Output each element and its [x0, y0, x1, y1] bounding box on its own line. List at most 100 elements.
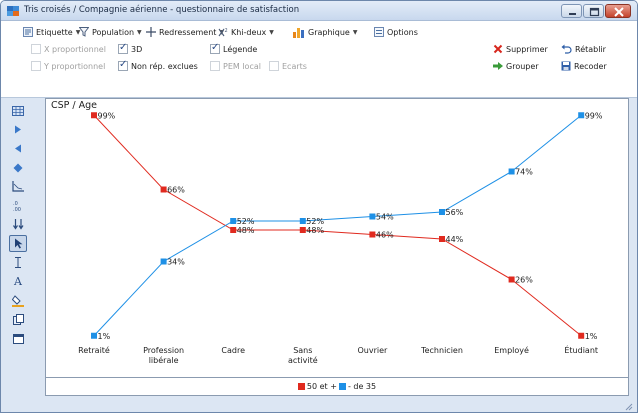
text-cursor-icon [15, 257, 21, 268]
restore-label: Rétablir [575, 44, 606, 54]
bar-chart-icon [293, 27, 304, 38]
fill-color-tool[interactable] [9, 292, 27, 309]
arrow-left-icon [15, 144, 21, 153]
expand-right-tool[interactable] [9, 121, 27, 138]
chart-panel[interactable]: CSP / Age 99% 66% 48% 48% 46% 44% 26% 1% 1% 34% 52… [45, 98, 629, 396]
data-point[interactable] [230, 218, 237, 224]
decimals-tool[interactable]: .0.00 [9, 197, 27, 214]
close-icon [614, 7, 624, 17]
data-point[interactable] [578, 332, 585, 339]
diamond-tool[interactable] [9, 159, 27, 176]
etiquette-menu[interactable]: Etiquette ▼ [23, 24, 80, 40]
data-label: 48% [237, 226, 255, 235]
etiquette-label: Etiquette [36, 27, 73, 37]
arrow-right-icon [15, 125, 21, 134]
redressement-menu[interactable]: Redressement▼ [146, 24, 224, 40]
khi-deux-menu[interactable]: 2 Khi-deux ▼ [218, 24, 274, 40]
save-icon [561, 61, 571, 71]
svg-text:2: 2 [225, 28, 228, 34]
x-tick-label: Technicien [420, 346, 463, 355]
arrow-right-icon [493, 62, 503, 70]
recode-button[interactable]: Recoder [561, 58, 607, 74]
data-point[interactable] [91, 332, 97, 339]
chi-square-icon: 2 [218, 28, 228, 37]
group-button[interactable]: Grouper [493, 58, 539, 74]
window-icon [12, 333, 24, 344]
pem-local-label: PEM local [223, 61, 261, 71]
data-point[interactable] [369, 213, 376, 220]
exclude-nonresponse-label: Non rép. exclues [131, 61, 198, 71]
data-label: 44% [446, 235, 464, 244]
line-chart[interactable]: 99% 66% 48% 48% 46% 44% 26% 1% 1% 34% 52% 52% 54% 56%… [46, 99, 628, 377]
pem-local-checkbox[interactable]: PEM local [210, 58, 261, 74]
data-point[interactable] [439, 236, 445, 242]
diamond-icon [13, 163, 23, 172]
y-proportional-checkbox[interactable]: Y proportionnel [31, 58, 105, 74]
data-point[interactable] [160, 258, 167, 265]
data-point[interactable] [508, 168, 515, 175]
graphique-menu[interactable]: Graphique ▼ [293, 24, 357, 40]
exclude-nonresponse-checkbox[interactable]: Non rép. exclues [118, 58, 198, 74]
checkbox-box [118, 59, 128, 71]
maximize-button[interactable] [583, 4, 604, 18]
legend-checkbox[interactable]: Légende [210, 41, 257, 57]
x-tick-label: activité [288, 355, 318, 365]
options-label: Options [387, 27, 418, 37]
checkbox-box [118, 42, 128, 54]
x-tick-label: libérale [149, 355, 179, 365]
data-label: 1% [585, 332, 598, 341]
pointer-icon [14, 238, 22, 249]
legend-label: Légende [223, 44, 258, 54]
options-menu[interactable]: Options [374, 24, 418, 40]
copy-tool[interactable] [9, 311, 27, 328]
crosshair-icon [146, 27, 156, 37]
sort-tool[interactable] [9, 216, 27, 233]
data-label: 48% [306, 226, 324, 235]
window-title: Tris croisés / Compagnie aérienne - ques… [24, 5, 300, 15]
population-menu[interactable]: Population ▼ [79, 24, 142, 40]
delete-button[interactable]: Supprimer [493, 41, 548, 57]
restore-button[interactable]: Rétablir [561, 41, 606, 57]
ecarts-checkbox[interactable]: Ecarts [269, 58, 307, 74]
data-point[interactable] [299, 227, 306, 233]
resize-grip-icon[interactable] [623, 401, 633, 411]
chart-legend: 50 et + - de 35 [46, 377, 628, 395]
table-icon [12, 105, 24, 116]
data-label: 99% [585, 111, 603, 120]
data-point[interactable] [299, 218, 306, 224]
data-point[interactable] [508, 276, 515, 283]
data-point[interactable] [230, 227, 237, 233]
legend-swatch [297, 383, 305, 390]
pointer-tool[interactable] [9, 235, 27, 252]
title-bar: Tris croisés / Compagnie aérienne - ques… [1, 1, 637, 21]
x-tick-label: Cadre [221, 346, 245, 355]
axis-tool[interactable] [9, 178, 27, 195]
population-label: Population [92, 27, 135, 37]
table-tool[interactable] [9, 102, 27, 119]
data-point[interactable] [91, 112, 97, 119]
data-label: 26% [515, 276, 533, 285]
chevron-down-icon: ▼ [137, 28, 142, 36]
data-point[interactable] [578, 112, 585, 119]
chevron-down-icon: ▼ [352, 28, 358, 36]
text-cursor-tool[interactable] [9, 254, 27, 271]
window-tool[interactable] [9, 330, 27, 347]
3d-checkbox[interactable]: 3D [118, 41, 142, 57]
x-tick-label: Profession [143, 346, 184, 355]
delete-label: Supprimer [506, 44, 548, 54]
series-line [93, 114, 582, 337]
minimize-button[interactable] [561, 4, 582, 18]
ecarts-label: Ecarts [282, 61, 307, 71]
data-point[interactable] [369, 231, 376, 238]
font-tool[interactable]: A [9, 273, 27, 290]
funnel-icon [79, 27, 89, 37]
sort-icon [12, 219, 23, 230]
legend-swatch [338, 383, 346, 390]
checkbox-box [31, 44, 41, 54]
close-button[interactable] [605, 4, 631, 18]
expand-left-tool[interactable] [9, 140, 27, 157]
data-point[interactable] [439, 209, 445, 215]
copy-icon [12, 314, 24, 325]
data-point[interactable] [160, 186, 167, 193]
x-proportional-checkbox[interactable]: X proportionnel [31, 41, 106, 57]
